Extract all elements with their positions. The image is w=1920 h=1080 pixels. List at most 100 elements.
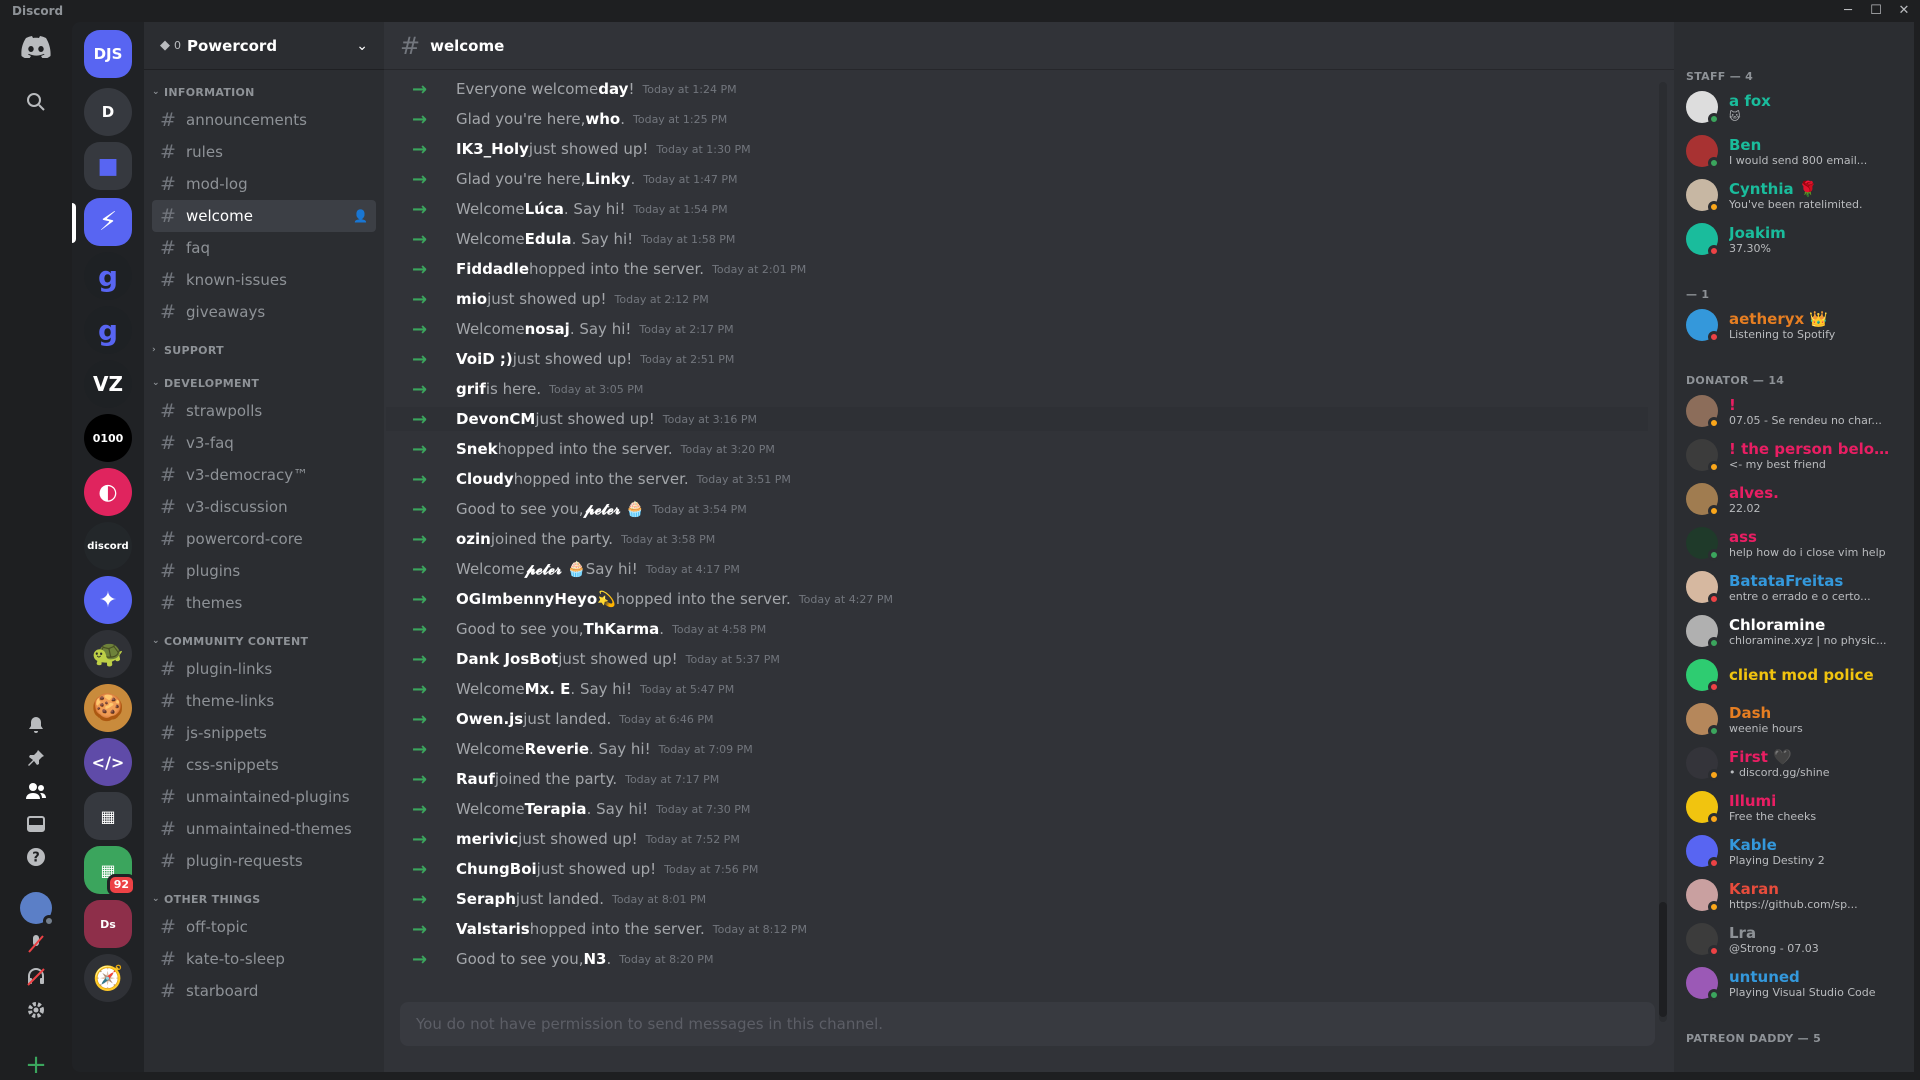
server-blue[interactable]: ✦: [84, 576, 132, 624]
username[interactable]: Terapia: [525, 800, 587, 818]
channel-theme-links[interactable]: # theme-links: [152, 685, 376, 717]
member-item[interactable]: Joakim 37.30%: [1686, 218, 1908, 260]
chevron-down-icon[interactable]: ⌄: [356, 38, 368, 54]
username[interactable]: ChungBoi: [456, 860, 537, 878]
username[interactable]: mio: [456, 290, 487, 308]
channel-v3-faq[interactable]: # v3-faq: [152, 427, 376, 459]
member-item[interactable]: ass help how do i close vim help: [1686, 522, 1908, 564]
member-item[interactable]: alves. 22.02: [1686, 478, 1908, 520]
username[interactable]: Rauf: [456, 770, 495, 788]
server-powercord[interactable]: ⚡: [84, 198, 132, 246]
member-item[interactable]: aetheryx 👑 Listening to Spotify: [1686, 304, 1908, 346]
username[interactable]: who: [585, 110, 620, 128]
server-folder[interactable]: ■: [84, 142, 132, 190]
channel-known-issues[interactable]: # known-issues: [152, 264, 376, 296]
username[interactable]: OGImbennyHeyo💫: [456, 590, 616, 608]
channel-starboard[interactable]: # starboard: [152, 975, 376, 1007]
category-other-things[interactable]: ⌄ OTHER THINGS: [144, 891, 384, 907]
username[interactable]: merivic: [456, 830, 518, 848]
channel-off-topic[interactable]: # off-topic: [152, 911, 376, 943]
username[interactable]: Valstaris: [456, 920, 530, 938]
username[interactable]: Mx. E: [525, 680, 571, 698]
server-cookie[interactable]: 🍪: [84, 684, 132, 732]
member-item[interactable]: Karan https://github.com/sp...: [1686, 874, 1908, 916]
member-item[interactable]: Kable Playing Destiny 2: [1686, 830, 1908, 872]
channel-unmaintained-themes[interactable]: # unmaintained-themes: [152, 813, 376, 845]
server-discord-bio[interactable]: discord: [84, 522, 132, 570]
channel-kate-to-sleep[interactable]: # kate-to-sleep: [152, 943, 376, 975]
category-community-content[interactable]: ⌄ COMMUNITY CONTENT: [144, 633, 384, 649]
server-folder-3[interactable]: ▦ 92: [84, 846, 136, 896]
username[interactable]: Dank JosBot: [456, 650, 558, 668]
channel-welcome[interactable]: # welcome 👤: [152, 200, 376, 232]
member-item[interactable]: Illumi Free the cheeks: [1686, 786, 1908, 828]
member-item[interactable]: a fox 🐱: [1686, 86, 1908, 128]
explore-servers-button[interactable]: 🧭: [84, 954, 132, 1002]
minimize-button[interactable]: ─: [1836, 2, 1860, 20]
username[interactable]: Owen.js: [456, 710, 523, 728]
username[interactable]: VoiD ;): [456, 350, 513, 368]
username[interactable]: Snek: [456, 440, 498, 458]
username[interactable]: Edula: [525, 230, 572, 248]
username[interactable]: IK3_Holy: [456, 140, 529, 158]
help-icon[interactable]: ?: [16, 837, 56, 877]
server-g1[interactable]: g: [84, 252, 132, 300]
server-d[interactable]: D: [84, 88, 132, 136]
server-binary[interactable]: 0100: [84, 414, 132, 462]
category-development[interactable]: ⌄ DEVELOPMENT: [144, 375, 384, 391]
member-item[interactable]: Chloramine chloramine.xyz | no physic...: [1686, 610, 1908, 652]
member-item[interactable]: Lra @Strong - 07.03: [1686, 918, 1908, 960]
username[interactable]: day: [598, 80, 628, 98]
server-code[interactable]: </>: [84, 738, 132, 786]
member-item[interactable]: First 🖤 • discord.gg/shine: [1686, 742, 1908, 784]
username[interactable]: nosaj: [525, 320, 570, 338]
scrollbar-track[interactable]: [1659, 82, 1667, 1022]
channel-rules[interactable]: # rules: [152, 136, 376, 168]
channel-giveaways[interactable]: # giveaways: [152, 296, 376, 328]
username[interactable]: ThKarma: [583, 620, 659, 638]
server-djs[interactable]: DJS: [84, 30, 132, 78]
channel-announcements[interactable]: # announcements: [152, 104, 376, 136]
server-folder-4[interactable]: Ds: [84, 900, 132, 948]
channel-powercord-core[interactable]: # powercord-core: [152, 523, 376, 555]
member-item[interactable]: Ben I would send 800 email...: [1686, 130, 1908, 172]
username[interactable]: Cloudy: [456, 470, 514, 488]
channel-plugin-requests[interactable]: # plugin-requests: [152, 845, 376, 877]
username[interactable]: ozin: [456, 530, 491, 548]
member-item[interactable]: BatataFreitas entre o errado e o certo...: [1686, 566, 1908, 608]
message-input[interactable]: You do not have permission to send messa…: [400, 1002, 1655, 1046]
channel-plugin-links[interactable]: # plugin-links: [152, 653, 376, 685]
username[interactable]: N3: [583, 950, 606, 968]
server-turtle[interactable]: 🐢: [84, 630, 132, 678]
channel-faq[interactable]: # faq: [152, 232, 376, 264]
member-item[interactable]: Dash weenie hours: [1686, 698, 1908, 740]
username[interactable]: grif: [456, 380, 486, 398]
settings-gear-icon[interactable]: [16, 990, 56, 1030]
server-vz[interactable]: VZ: [84, 360, 132, 408]
home-button[interactable]: [16, 27, 56, 67]
channel-js-snippets[interactable]: # js-snippets: [152, 717, 376, 749]
channel-v3-democracy[interactable]: # v3-democracy™: [152, 459, 376, 491]
username[interactable]: Reverie: [525, 740, 589, 758]
member-item[interactable]: ! 07.05 - Se rendeu no char...: [1686, 390, 1908, 432]
username[interactable]: Lúca: [525, 200, 564, 218]
channel-unmaintained-plugins[interactable]: # unmaintained-plugins: [152, 781, 376, 813]
guild-header[interactable]: ◆ 0 Powercord ⌄: [144, 22, 384, 70]
member-item[interactable]: client mod police: [1686, 654, 1908, 696]
username[interactable]: Fiddadle: [456, 260, 529, 278]
channel-css-snippets[interactable]: # css-snippets: [152, 749, 376, 781]
invite-user-icon[interactable]: 👤: [353, 209, 368, 223]
member-item[interactable]: untuned Playing Visual Studio Code: [1686, 962, 1908, 1004]
add-server-icon[interactable]: +: [16, 1045, 56, 1080]
message-list[interactable]: → Everyone welcome day! Today at 1:24 PM → G…: [384, 70, 1654, 1010]
maximize-button[interactable]: ☐: [1864, 2, 1888, 20]
category-information[interactable]: ⌄ INFORMATION: [144, 84, 384, 100]
scrollbar-thumb[interactable]: [1659, 902, 1667, 1017]
username[interactable]: Linky: [585, 170, 630, 188]
channel-themes[interactable]: # themes: [152, 587, 376, 619]
member-item[interactable]: ! the person below me ...<- my best frie…: [1686, 434, 1908, 476]
category-support[interactable]: › SUPPORT: [144, 342, 384, 358]
username[interactable]: DevonCM: [456, 410, 535, 428]
channel-mod-log[interactable]: # mod-log: [152, 168, 376, 200]
channel-strawpolls[interactable]: # strawpolls: [152, 395, 376, 427]
